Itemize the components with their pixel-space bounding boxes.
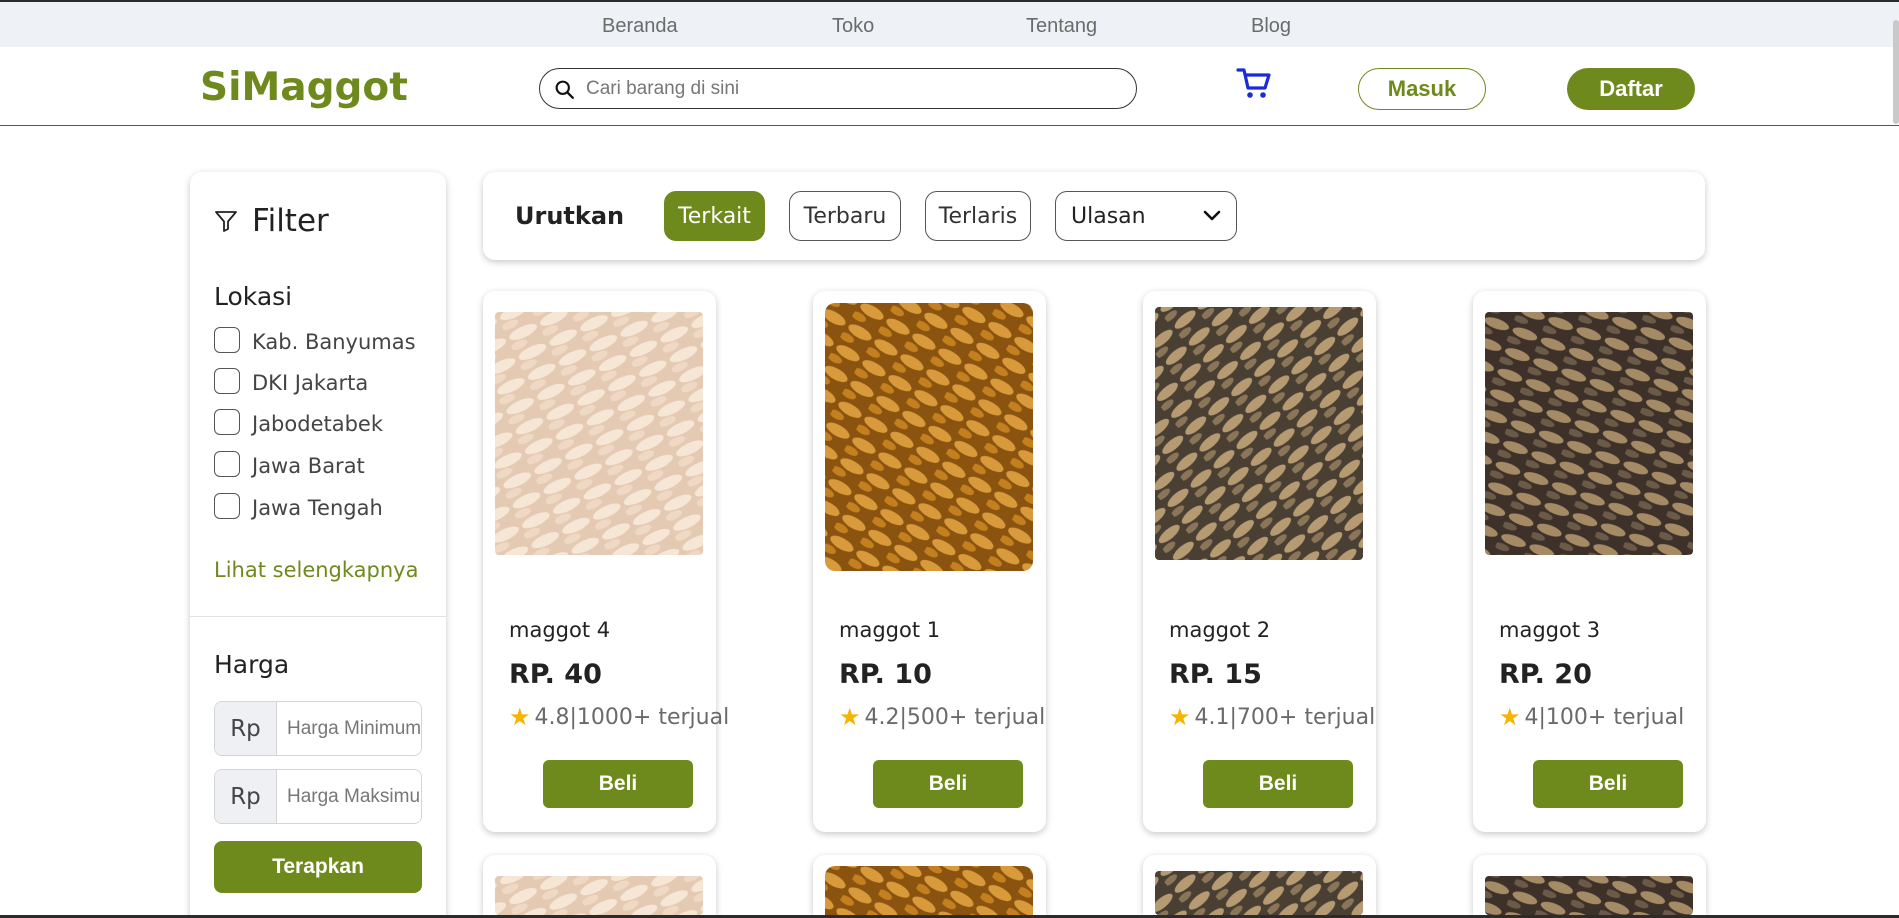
- rating-text: 4|100+ terjual: [1524, 704, 1685, 730]
- product-price: RP. 15: [1169, 659, 1262, 690]
- search-input[interactable]: [586, 75, 1116, 103]
- product-image[interactable]: [1155, 307, 1363, 560]
- scrollbar[interactable]: [1893, 20, 1899, 124]
- product-price: RP. 10: [839, 659, 932, 690]
- star-icon: ★: [839, 703, 861, 731]
- product-card[interactable]: maggot 4 RP. 40 ★ 4.8|1000+ terjual Beli: [483, 291, 729, 832]
- product-card[interactable]: [1473, 855, 1706, 915]
- product-name[interactable]: maggot 3: [1499, 618, 1600, 642]
- product-image[interactable]: [495, 312, 703, 555]
- product-image[interactable]: [825, 866, 1033, 915]
- product-rating: ★ 4.8|1000+ terjual: [509, 703, 729, 731]
- location-option[interactable]: Jabodetabek: [214, 409, 384, 436]
- filter-icon: [215, 211, 237, 232]
- search-icon: [555, 80, 574, 99]
- rating-text: 4.8|1000+ terjual: [534, 704, 730, 730]
- search-bar: [539, 68, 1137, 109]
- min-price-group: Rp: [214, 701, 422, 756]
- location-label: DKI Jakarta: [252, 371, 369, 395]
- product-card[interactable]: [1143, 855, 1376, 915]
- max-price-group: Rp: [214, 769, 422, 824]
- location-label: Jabodetabek: [252, 412, 384, 436]
- product-card[interactable]: [483, 855, 716, 915]
- product-price: RP. 20: [1499, 659, 1592, 690]
- product-image[interactable]: [495, 876, 703, 915]
- min-price-input[interactable]: [277, 702, 421, 755]
- product-image[interactable]: [825, 303, 1033, 571]
- location-option[interactable]: Jawa Tengah: [214, 493, 383, 520]
- product-image[interactable]: [1485, 312, 1693, 555]
- location-label: Kab. Banyumas: [252, 330, 416, 354]
- filter-title: Filter: [252, 203, 329, 239]
- filter-panel: Filter Lokasi Kab. Banyumas DKI Jakarta …: [190, 172, 446, 918]
- currency-prefix: Rp: [215, 770, 277, 823]
- checkbox[interactable]: [214, 327, 240, 353]
- location-label: Jawa Barat: [252, 454, 365, 478]
- location-option[interactable]: Kab. Banyumas: [214, 327, 416, 354]
- product-price: RP. 40: [509, 659, 602, 690]
- divider: [190, 616, 446, 617]
- rating-text: 4.2|500+ terjual: [864, 704, 1046, 730]
- product-rating: ★ 4|100+ terjual: [1499, 703, 1684, 731]
- product-card[interactable]: maggot 3 RP. 20 ★ 4|100+ terjual Beli: [1473, 291, 1706, 832]
- location-option[interactable]: DKI Jakarta: [214, 368, 369, 395]
- nav-link-blog[interactable]: Blog: [1251, 15, 1291, 38]
- buy-button[interactable]: Beli: [543, 760, 693, 808]
- buy-button[interactable]: Beli: [1203, 760, 1353, 808]
- checkbox[interactable]: [214, 409, 240, 435]
- nav-link-beranda[interactable]: Beranda: [602, 15, 678, 38]
- sort-option-terlaris[interactable]: Terlaris: [925, 191, 1031, 241]
- product-name[interactable]: maggot 4: [509, 618, 610, 642]
- product-rating: ★ 4.1|700+ terjual: [1169, 703, 1375, 731]
- product-name[interactable]: maggot 1: [839, 618, 940, 642]
- currency-prefix: Rp: [215, 702, 277, 755]
- star-icon: ★: [1499, 703, 1521, 731]
- product-name[interactable]: maggot 2: [1169, 618, 1270, 642]
- nav-link-tentang[interactable]: Tentang: [1026, 15, 1097, 38]
- top-nav: Beranda Toko Tentang Blog: [0, 0, 1899, 47]
- star-icon: ★: [509, 703, 531, 731]
- product-card[interactable]: maggot 1 RP. 10 ★ 4.2|500+ terjual Beli: [813, 291, 1046, 832]
- buy-button[interactable]: Beli: [873, 760, 1023, 808]
- login-button[interactable]: Masuk: [1358, 68, 1486, 110]
- max-price-input[interactable]: [277, 770, 421, 823]
- location-title: Lokasi: [214, 282, 293, 311]
- star-icon: ★: [1169, 703, 1191, 731]
- sort-option-terkait[interactable]: Terkait: [664, 191, 765, 241]
- register-button[interactable]: Daftar: [1567, 68, 1695, 110]
- price-title: Harga: [214, 650, 290, 679]
- product-image[interactable]: [1155, 871, 1363, 915]
- product-card[interactable]: maggot 2 RP. 15 ★ 4.1|700+ terjual Beli: [1143, 291, 1376, 832]
- header: SiMaggot Masuk Daftar: [0, 47, 1899, 126]
- product-card[interactable]: [813, 855, 1046, 915]
- product-image[interactable]: [1485, 876, 1693, 915]
- see-more-link[interactable]: Lihat selengkapnya: [214, 558, 418, 582]
- checkbox[interactable]: [214, 493, 240, 519]
- sort-bar: Urutkan Terkait Terbaru Terlaris Ulasan: [483, 172, 1705, 260]
- filter-heading: Filter: [214, 203, 329, 239]
- checkbox[interactable]: [214, 451, 240, 477]
- location-option[interactable]: Jawa Barat: [214, 451, 365, 478]
- buy-button[interactable]: Beli: [1533, 760, 1683, 808]
- apply-button[interactable]: Terapkan: [214, 841, 422, 893]
- sort-option-terbaru[interactable]: Terbaru: [789, 191, 901, 241]
- sort-select[interactable]: Ulasan: [1055, 191, 1237, 241]
- cart-icon[interactable]: [1236, 66, 1272, 100]
- product-rating: ★ 4.2|500+ terjual: [839, 703, 1045, 731]
- sort-select-value: Ulasan: [1071, 203, 1146, 229]
- checkbox[interactable]: [214, 368, 240, 394]
- site-logo[interactable]: SiMaggot: [200, 65, 408, 110]
- rating-text: 4.1|700+ terjual: [1194, 704, 1376, 730]
- location-label: Jawa Tengah: [252, 496, 383, 520]
- sort-label: Urutkan: [515, 202, 625, 230]
- chevron-down-icon: [1203, 210, 1221, 221]
- nav-link-toko[interactable]: Toko: [832, 15, 874, 38]
